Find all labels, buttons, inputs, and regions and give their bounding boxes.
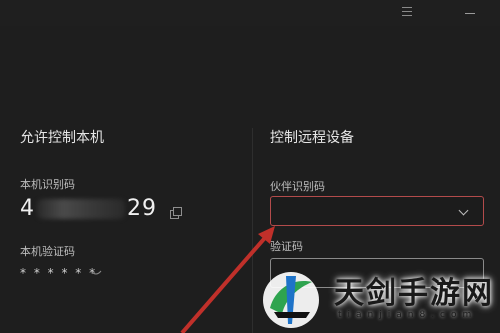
verify-code-label: 验证码 [270,240,303,253]
device-id-value: 4 29 [20,196,157,221]
device-id-redacted [37,199,125,219]
device-id-label: 本机识别码 [20,178,75,191]
partner-id-input[interactable] [270,196,484,226]
partner-id-label: 伙伴识别码 [270,180,325,193]
watermark-text: 天剑手游网 [334,276,494,311]
allow-control-panel: 允许控制本机 本机识别码 4 29 本机验证码 * * * * * * [0,0,252,333]
device-password-label: 本机验证码 [20,245,75,258]
allow-control-title: 允许控制本机 [20,130,104,146]
refresh-icon[interactable] [90,268,102,276]
device-password-value: * * * * * * [20,266,98,280]
watermark-logo: 天剑手游网 tianjian8.com [252,262,498,332]
watermark-url: tianjian8.com [338,310,478,320]
watermark-icon [263,272,319,328]
device-id-prefix: 4 [20,196,35,221]
remote-control-title: 控制远程设备 [270,130,354,146]
chevron-down-icon[interactable] [458,205,469,216]
copy-icon[interactable] [170,207,182,219]
device-id-suffix: 29 [127,196,157,221]
